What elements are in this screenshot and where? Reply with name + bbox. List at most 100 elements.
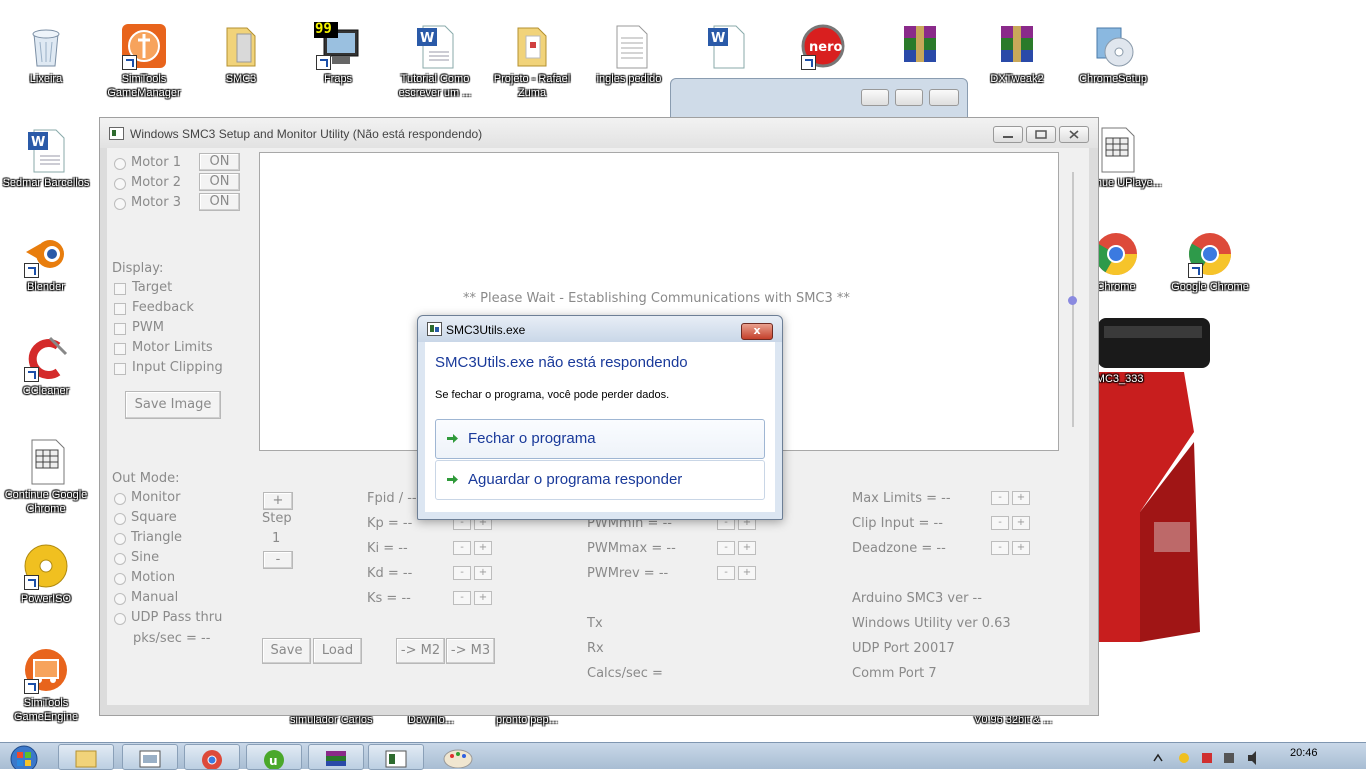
load-button[interactable]: Load [313,638,362,664]
desktop-icon-blender[interactable]: Blender [0,230,92,294]
taskbar-utorrent-button[interactable]: u [246,744,302,770]
motor-3-on-button[interactable]: ON [199,193,240,211]
max-limits-increase-button[interactable]: + [1012,491,1030,505]
desktop-icon-fraps[interactable]: 99 Fraps [292,21,384,86]
svg-text:u: u [269,754,278,768]
target-checkbox[interactable] [114,283,126,295]
desktop-icon-sedmar[interactable]: W Sedmar Barcellos [0,126,92,190]
desktop-icon-smc3[interactable]: SMC3 [195,22,287,86]
ki-decrease-button[interactable]: - [453,541,471,555]
motion-radio[interactable] [114,573,126,585]
svg-text:W: W [420,31,434,46]
close-program-option[interactable]: Fechar o programa [435,419,765,459]
motor-2-radio[interactable] [114,178,126,190]
motor-3-radio[interactable] [114,198,126,210]
word-document-icon: W [411,22,459,70]
triangle-radio[interactable] [114,533,126,545]
deadzone-increase-button[interactable]: + [1012,541,1030,555]
motor-1-radio[interactable] [114,158,126,170]
desktop-icon-winrar[interactable] [874,22,966,72]
ks-decrease-button[interactable]: - [453,591,471,605]
background-window[interactable] [670,78,968,120]
desktop-icon-simtools-gameengine[interactable]: SimTools GameEngine [0,646,92,724]
desktop-icon-ccleaner[interactable]: CCleaner [0,334,92,398]
desktop-icon-dxtweak2[interactable]: DXTweak2 [971,22,1063,86]
vertical-slider-thumb[interactable] [1068,296,1077,305]
ki-increase-button[interactable]: + [474,541,492,555]
deadzone-decrease-button[interactable]: - [991,541,1009,555]
dialog-title-bar[interactable]: SMC3Utils.exe x [418,316,782,342]
taskbar-smc3-button[interactable] [122,744,178,770]
minimize-button[interactable] [993,126,1023,143]
not-responding-dialog[interactable]: SMC3Utils.exe x SMC3Utils.exe não está r… [417,315,783,520]
motor-limits-checkbox[interactable] [114,343,126,355]
input-clipping-checkbox[interactable] [114,363,126,375]
taskbar-explorer-button[interactable] [58,744,114,770]
taskbar-chrome-button[interactable] [184,744,240,770]
desktop-icon-continue-chrome[interactable]: Continue Google Chrome [0,438,92,516]
desktop-icon-chromesetup[interactable]: ChromeSetup [1067,22,1159,86]
pwmmax-decrease-button[interactable]: - [717,541,735,555]
pwmmax-increase-button[interactable]: + [738,541,756,555]
kd-increase-button[interactable]: + [474,566,492,580]
desktop-icon-google-chrome[interactable]: Google Chrome [1164,230,1256,294]
ks-increase-button[interactable]: + [474,591,492,605]
motor-2-on-button[interactable]: ON [199,173,240,191]
top-strip [0,0,1366,14]
shortcut-arrow-icon [316,55,331,70]
monitor-radio[interactable] [114,493,126,505]
maximize-button[interactable] [895,89,923,106]
desktop-icon-simtools-gamemanager[interactable]: SimTools GameManager [98,22,190,100]
tray-icons[interactable] [1150,749,1280,770]
desktop-icon-word-doc[interactable]: W [680,22,772,72]
square-radio[interactable] [114,513,126,525]
desktop-icon-label: Tutorial Como escrever um ... [398,73,472,99]
minimize-button[interactable] [861,89,889,106]
copy-to-m2-button[interactable]: -> M2 [396,638,445,664]
manual-label: Manual [131,590,179,605]
kd-decrease-button[interactable]: - [453,566,471,580]
save-button[interactable]: Save [262,638,311,664]
desktop-icon-projeto[interactable]: Projeto - Rafael Zuma [486,22,578,100]
desktop-icon-label: SimTools GameEngine [13,697,79,723]
save-image-button[interactable]: Save Image [125,391,221,419]
dialog-close-button[interactable]: x [741,323,773,340]
taskbar-winrar-button[interactable] [308,744,364,770]
maximize-button[interactable] [1026,126,1056,143]
close-button[interactable] [929,89,959,106]
taskbar-smc3utils-button[interactable] [368,744,424,770]
step-increase-button[interactable]: + [263,492,293,510]
windows-utility-version: Windows Utility ver 0.63 [852,616,1011,631]
step-decrease-button[interactable]: - [263,551,293,569]
feedback-checkbox[interactable] [114,303,126,315]
sine-radio[interactable] [114,553,126,565]
pwm-label: PWM [132,320,164,335]
pwmrev-decrease-button[interactable]: - [717,566,735,580]
close-button[interactable] [1059,126,1089,143]
pwm-checkbox[interactable] [114,323,126,335]
desktop-icon-label: CCleaner [22,385,70,397]
kp-label: Kp = -- [367,516,413,531]
clip-input-increase-button[interactable]: + [1012,516,1030,530]
desktop-icon-poweriso[interactable]: PowerISO [0,542,92,606]
motor-1-on-button[interactable]: ON [199,153,240,171]
desktop-icon-lixeira[interactable]: Lixeira [0,22,92,86]
deadzone-label: Deadzone = -- [852,541,946,556]
pwmrev-increase-button[interactable]: + [738,566,756,580]
title-bar[interactable]: Windows SMC3 Setup and Monitor Utility (… [100,118,1098,148]
max-limits-decrease-button[interactable]: - [991,491,1009,505]
comm-port: Comm Port 7 [852,666,937,681]
manual-radio[interactable] [114,593,126,605]
copy-to-m3-button[interactable]: -> M3 [446,638,495,664]
folder-icon [508,22,556,70]
wait-program-option[interactable]: Aguardar o programa responder [435,460,765,500]
clip-input-decrease-button[interactable]: - [991,516,1009,530]
start-button[interactable] [0,743,48,772]
taskbar-clock[interactable]: 20:46 [1290,747,1318,759]
simtools-icon [120,22,168,70]
desktop-icon-ingles[interactable]: ingles pedido [583,22,675,86]
desktop-icon-nero[interactable]: nero [777,22,869,72]
taskbar-paint-button[interactable] [440,746,476,771]
desktop-icon-tutorial[interactable]: W Tutorial Como escrever um ... [389,22,481,100]
udp-pass-thru-radio[interactable] [114,613,126,625]
